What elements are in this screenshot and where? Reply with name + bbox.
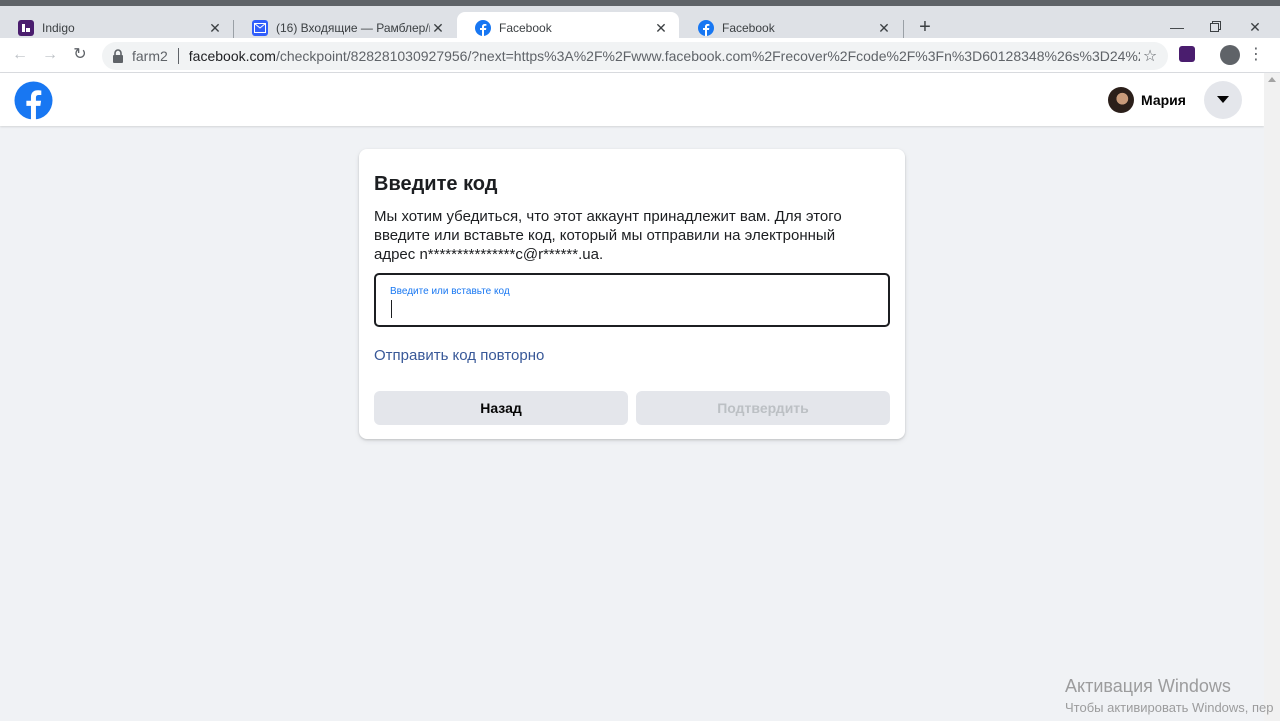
facebook-icon (475, 20, 491, 36)
tab-title: Indigo (42, 21, 75, 35)
bookmark-star-icon[interactable]: ☆ (1140, 46, 1160, 66)
browser-tab-strip: Indigo ✕ (16) Входящие — Рамблер/почт ✕ … (0, 0, 1280, 44)
facebook-header: Мария (0, 73, 1264, 126)
windows-activation-title: Активация Windows (1065, 676, 1231, 696)
close-icon[interactable]: ✕ (207, 20, 223, 37)
enter-code-card: Введите код Мы хотим убедиться, что этот… (359, 149, 905, 439)
forward-arrow-icon[interactable]: → (37, 42, 63, 68)
address-chip: farm2 (132, 48, 168, 64)
tab-title: Facebook (722, 21, 775, 35)
code-field[interactable]: Введите или вставьте код (374, 273, 890, 327)
card-title: Введите код (374, 173, 498, 195)
close-icon[interactable]: ✕ (430, 20, 446, 37)
back-arrow-icon[interactable]: ← (7, 42, 33, 68)
restore-icon (1209, 21, 1221, 32)
text-caret (391, 300, 392, 318)
url-host: facebook.com (188, 48, 276, 64)
address-bar[interactable]: farm2 facebook.com/checkpoint/8282810309… (102, 42, 1168, 70)
page-scrollbar[interactable] (1264, 73, 1280, 721)
new-tab-button[interactable]: + (912, 14, 938, 40)
indigo-icon (18, 20, 34, 36)
close-icon[interactable]: ✕ (876, 20, 892, 37)
back-button[interactable]: Назад (374, 391, 628, 425)
mail-icon (252, 20, 268, 36)
facebook-logo-icon[interactable] (14, 81, 53, 120)
browser-toolbar: ← → ↻ farm2 facebook.com/checkpoint/8282… (0, 38, 1280, 73)
caret-down-icon (1217, 96, 1229, 103)
account-menu-button[interactable] (1204, 81, 1242, 119)
scroll-up-icon[interactable] (1268, 77, 1276, 82)
confirm-button[interactable]: Подтвердить (636, 391, 890, 425)
avatar (1108, 87, 1134, 113)
tab-separator (903, 20, 904, 38)
tab-title: (16) Входящие — Рамблер/почт (276, 21, 430, 35)
user-name: Мария (1141, 92, 1186, 108)
code-field-label: Введите или вставьте код (390, 286, 510, 297)
windows-activation-subtitle: Чтобы активировать Windows, пер (1065, 700, 1274, 715)
close-icon[interactable]: ✕ (653, 20, 669, 37)
url-path: /checkpoint/828281030927956/?next=https%… (275, 48, 1140, 64)
address-divider (177, 48, 179, 64)
code-input[interactable] (388, 299, 868, 319)
resend-code-link[interactable]: Отправить код повторно (374, 347, 544, 364)
user-profile-chip[interactable]: Мария (1108, 86, 1186, 114)
reload-icon[interactable]: ↻ (67, 42, 93, 68)
menu-kebab-icon[interactable]: ⋮ (1246, 42, 1266, 68)
facebook-icon (698, 20, 714, 36)
tab-title: Facebook (499, 21, 552, 35)
card-description: Мы хотим убедиться, что этот аккаунт при… (374, 208, 842, 263)
lock-icon (113, 49, 123, 63)
indigo-extension-icon[interactable] (1179, 46, 1195, 62)
profile-icon[interactable] (1220, 45, 1240, 65)
address-url[interactable]: facebook.com/checkpoint/828281030927956/… (189, 48, 1140, 64)
